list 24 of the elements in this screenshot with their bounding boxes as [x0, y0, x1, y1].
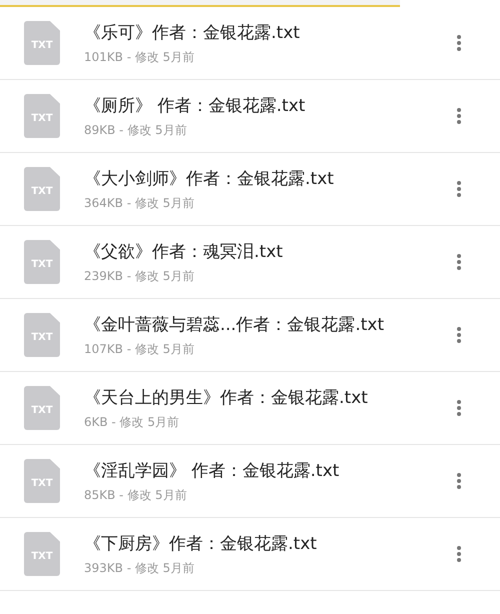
- file-meta: 364KB - 修改 5月前: [84, 194, 196, 212]
- file-name: 《乐可》作者：金银花露.txt: [84, 22, 301, 44]
- file-meta: 89KB - 修改 5月前: [84, 122, 188, 138]
- more-icon[interactable]: [456, 107, 462, 125]
- file-meta: 393KB - 修改 5月前: [84, 560, 196, 576]
- file-name: 《父欲》作者：魂冥泪.txt: [84, 240, 284, 262]
- file-name: 《金叶蔷薇与碧蕊...作者：金银花露.txt: [84, 314, 386, 336]
- file-meta: 107KB - 修改 5月前: [84, 340, 196, 358]
- file-name: 《下厨房》作者：金银花露.txt: [84, 532, 318, 554]
- file-meta: 239KB - 修改 5月前: [84, 268, 196, 284]
- more-icon[interactable]: [456, 545, 462, 563]
- file-name: 《厕所》 作者：金银花露.txt: [84, 94, 306, 116]
- file-name: 《淫乱学园》 作者：金银花露.txt: [84, 460, 340, 482]
- more-icon[interactable]: [456, 180, 462, 198]
- more-icon[interactable]: [456, 326, 462, 344]
- file-meta: 101KB - 修改 5月前: [84, 48, 196, 66]
- more-icon[interactable]: [456, 253, 462, 271]
- more-icon[interactable]: [456, 34, 462, 52]
- file-name: 《大小剑师》作者：金银花露.txt: [84, 168, 335, 190]
- file-meta: 85KB - 修改 5月前: [84, 486, 188, 504]
- more-icon[interactable]: [456, 399, 462, 417]
- file-name: 《天台上的男生》作者：金银花露.txt: [84, 386, 369, 408]
- more-icon[interactable]: [456, 472, 462, 490]
- file-meta: 6KB - 修改 5月前: [84, 414, 180, 430]
